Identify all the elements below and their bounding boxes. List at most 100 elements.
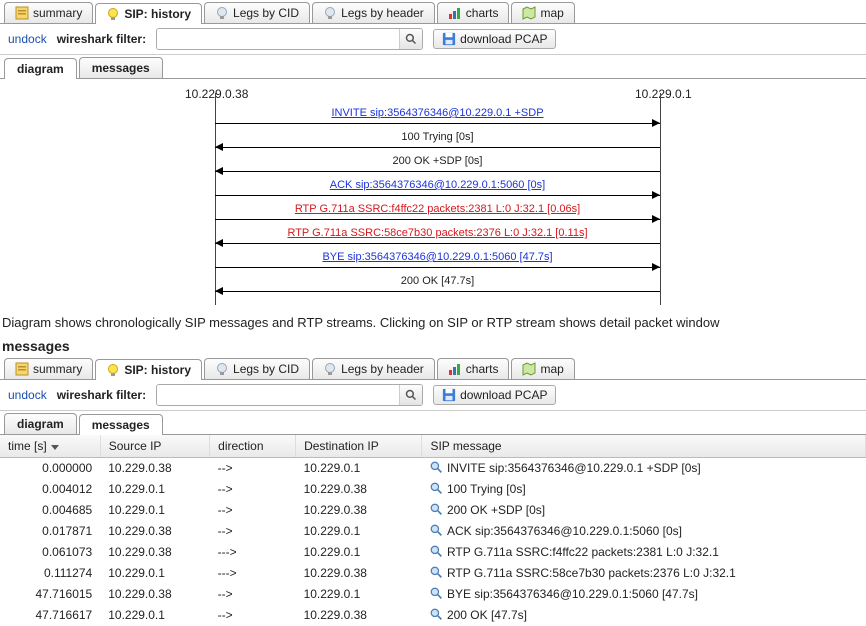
tab-charts[interactable]: charts	[437, 2, 510, 23]
search-icon[interactable]	[399, 29, 422, 49]
wireshark-filter-input-2[interactable]	[157, 385, 399, 405]
table-row[interactable]: 47.71661710.229.0.1-->10.229.0.38200 OK …	[0, 605, 866, 626]
seq-message-text: RTP G.711a SSRC:58ce7b30 packets:2376 L:…	[215, 227, 660, 239]
main-tabs-2: summarySIP: historyLegs by CID Legs by he…	[0, 356, 866, 380]
col-destination-ip[interactable]: Destination IP	[296, 435, 422, 458]
tab-label: Legs by header	[341, 362, 424, 376]
magnifier-icon[interactable]	[430, 545, 443, 558]
seq-message[interactable]: 200 OK [47.7s]	[0, 275, 866, 299]
save-icon-2	[442, 388, 456, 402]
tab-label: Legs by CID	[233, 6, 299, 20]
cell-dst: 10.229.0.38	[296, 563, 422, 584]
seq-message[interactable]: INVITE sip:3564376346@10.229.0.1 +SDP	[0, 107, 866, 131]
summary-icon	[15, 362, 29, 376]
bulb-off-icon	[323, 362, 337, 376]
tab-summary[interactable]: summary	[4, 358, 93, 379]
table-row[interactable]: 0.06107310.229.0.38--->10.229.0.1RTP G.7…	[0, 542, 866, 563]
tab-legs-by-cid[interactable]: Legs by CID	[204, 2, 310, 23]
tab-label: summary	[33, 6, 82, 20]
seq-message[interactable]: 100 Trying [0s]	[0, 131, 866, 155]
toolbar: undock wireshark filter: download PCAP	[0, 24, 866, 55]
bulb-off-icon	[215, 6, 229, 20]
cell-dir: --->	[210, 542, 296, 563]
cell-src: 10.229.0.38	[100, 542, 209, 563]
subtab-messages[interactable]: messages	[79, 57, 163, 78]
seq-message[interactable]: BYE sip:3564376346@10.229.0.1:5060 [47.7…	[0, 251, 866, 275]
download-label-2: download PCAP	[460, 388, 547, 402]
seq-message-text: RTP G.711a SSRC:f4ffc22 packets:2381 L:0…	[215, 203, 660, 215]
undock-link-2[interactable]: undock	[8, 388, 47, 402]
seq-message-text: 100 Trying [0s]	[215, 131, 660, 143]
tab-label: map	[540, 6, 563, 20]
cell-time: 47.716015	[0, 584, 100, 605]
tab-sip-history[interactable]: SIP: history	[95, 3, 202, 24]
download-pcap-button[interactable]: download PCAP	[433, 29, 556, 49]
cell-time: 0.000000	[0, 458, 100, 479]
magnifier-icon[interactable]	[430, 482, 443, 495]
wireshark-filter-input[interactable]	[157, 29, 399, 49]
cell-dst: 10.229.0.1	[296, 542, 422, 563]
table-row[interactable]: 47.71601510.229.0.38-->10.229.0.1BYE sip…	[0, 584, 866, 605]
tab-map[interactable]: map	[511, 358, 574, 379]
cell-dst: 10.229.0.38	[296, 500, 422, 521]
tab-legs-by-cid[interactable]: Legs by CID	[204, 358, 310, 379]
magnifier-icon[interactable]	[430, 608, 443, 621]
seq-message-text: BYE sip:3564376346@10.229.0.1:5060 [47.7…	[215, 251, 660, 263]
magnifier-icon[interactable]	[430, 524, 443, 537]
tab-label: map	[540, 362, 563, 376]
tab-summary[interactable]: summary	[4, 2, 93, 23]
tab-label: Legs by header	[341, 6, 424, 20]
col-direction[interactable]: direction	[210, 435, 296, 458]
cell-src: 10.229.0.38	[100, 521, 209, 542]
seq-message[interactable]: RTP G.711a SSRC:58ce7b30 packets:2376 L:…	[0, 227, 866, 251]
cell-msg: 200 OK +SDP [0s]	[422, 500, 866, 521]
cell-time: 0.004685	[0, 500, 100, 521]
col-sip-message[interactable]: SIP message	[422, 435, 866, 458]
bulb-off-icon	[215, 362, 229, 376]
subtab-diagram-2[interactable]: diagram	[4, 413, 77, 434]
seq-message[interactable]: ACK sip:3564376346@10.229.0.1:5060 [0s]	[0, 179, 866, 203]
col-source-ip[interactable]: Source IP	[100, 435, 209, 458]
subtab-diagram[interactable]: diagram	[4, 58, 77, 79]
cell-src: 10.229.0.38	[100, 584, 209, 605]
download-pcap-button-2[interactable]: download PCAP	[433, 385, 556, 405]
search-icon-2[interactable]	[399, 385, 422, 405]
cell-dir: --->	[210, 563, 296, 584]
table-row[interactable]: 0.01787110.229.0.38-->10.229.0.1ACK sip:…	[0, 521, 866, 542]
tab-label: SIP: history	[124, 7, 191, 21]
subtab-messages-2[interactable]: messages	[79, 414, 163, 435]
tab-legs-by-header[interactable]: Legs by header	[312, 358, 435, 379]
tab-charts[interactable]: charts	[437, 358, 510, 379]
cell-dst: 10.229.0.1	[296, 521, 422, 542]
table-row[interactable]: 0.11127410.229.0.1--->10.229.0.38RTP G.7…	[0, 563, 866, 584]
seq-message[interactable]: RTP G.711a SSRC:f4ffc22 packets:2381 L:0…	[0, 203, 866, 227]
tab-map[interactable]: map	[511, 2, 574, 23]
seq-message-text: ACK sip:3564376346@10.229.0.1:5060 [0s]	[215, 179, 660, 191]
cell-dir: -->	[210, 479, 296, 500]
seq-message[interactable]: 200 OK +SDP [0s]	[0, 155, 866, 179]
tab-sip-history[interactable]: SIP: history	[95, 359, 202, 380]
sort-asc-icon	[51, 445, 59, 450]
seq-message-text: 200 OK [47.7s]	[215, 275, 660, 287]
undock-link[interactable]: undock	[8, 32, 47, 46]
toolbar-2: undock wireshark filter: download PCAP	[0, 380, 866, 411]
node-left: 10.229.0.38	[185, 87, 248, 101]
tab-legs-by-header[interactable]: Legs by header	[312, 2, 435, 23]
cell-dir: -->	[210, 584, 296, 605]
cell-time: 0.111274	[0, 563, 100, 584]
table-row[interactable]: 0.00401210.229.0.1-->10.229.0.38100 Tryi…	[0, 479, 866, 500]
section-messages-title: messages	[0, 336, 866, 356]
chart-icon	[448, 362, 462, 376]
filter-box	[156, 28, 423, 50]
magnifier-icon[interactable]	[430, 587, 443, 600]
table-row[interactable]: 0.00000010.229.0.38-->10.229.0.1INVITE s…	[0, 458, 866, 479]
download-label: download PCAP	[460, 32, 547, 46]
col-time-s-[interactable]: time [s]	[0, 435, 100, 458]
magnifier-icon[interactable]	[430, 461, 443, 474]
magnifier-icon[interactable]	[430, 503, 443, 516]
magnifier-icon[interactable]	[430, 566, 443, 579]
cell-msg: ACK sip:3564376346@10.229.0.1:5060 [0s]	[422, 521, 866, 542]
table-row[interactable]: 0.00468510.229.0.1-->10.229.0.38200 OK +…	[0, 500, 866, 521]
filter-label-2: wireshark filter:	[57, 388, 146, 402]
chart-icon	[448, 6, 462, 20]
